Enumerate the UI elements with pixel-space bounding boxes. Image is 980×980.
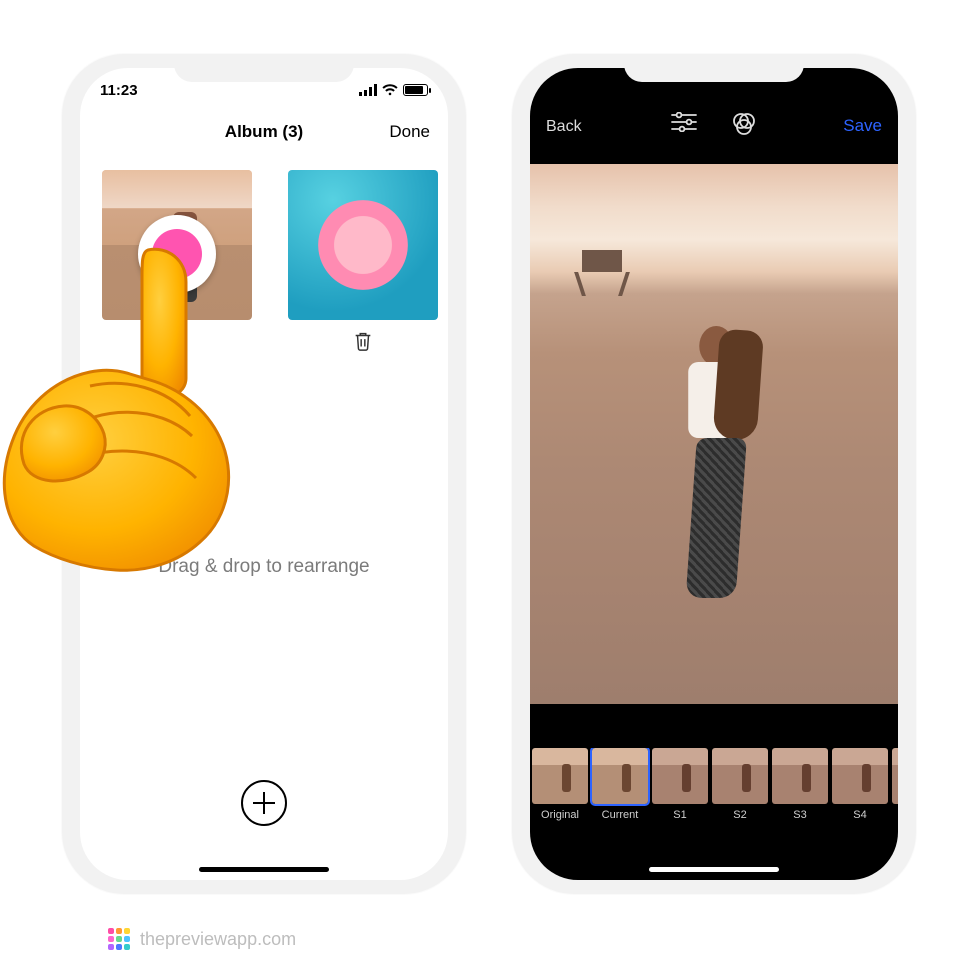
previewapp-logo-icon: [108, 928, 130, 950]
home-indicator[interactable]: [199, 867, 329, 872]
album-item-2[interactable]: [288, 170, 438, 352]
notch: [174, 54, 354, 82]
album-screen: 11:23 Album (3) Done: [80, 68, 448, 880]
photo-thumbnail[interactable]: [102, 170, 252, 320]
filter-label: S2: [733, 809, 746, 821]
filter-original[interactable]: Original: [530, 748, 590, 844]
done-button[interactable]: Done: [389, 122, 430, 142]
status-indicators: [359, 84, 428, 96]
filter-s3[interactable]: S3: [770, 748, 830, 844]
filter-thumb: [712, 748, 768, 804]
album-grid: [80, 152, 448, 352]
album-item-1[interactable]: [102, 170, 252, 352]
phone-album: 11:23 Album (3) Done: [62, 54, 466, 894]
filter-s[interactable]: S: [890, 748, 898, 844]
back-button[interactable]: Back: [546, 118, 582, 136]
cellular-icon: [359, 84, 377, 96]
photo-thumbnail[interactable]: [288, 170, 438, 320]
filter-thumb: [652, 748, 708, 804]
filter-thumb: [832, 748, 888, 804]
filter-thumb: [532, 748, 588, 804]
filter-current[interactable]: Current: [590, 748, 650, 844]
filter-s1[interactable]: S1: [650, 748, 710, 844]
filter-label: S3: [793, 809, 806, 821]
nav-title: Album (3): [225, 122, 303, 142]
wifi-icon: [382, 84, 398, 96]
watermark: thepreviewapp.com: [108, 928, 296, 950]
add-button[interactable]: [241, 780, 287, 826]
person-figure: [688, 326, 744, 598]
filter-thumb: [892, 748, 898, 804]
filter-thumb: [592, 748, 648, 804]
status-time: 11:23: [100, 82, 138, 99]
filter-label: S1: [673, 809, 686, 821]
filter-label: S4: [853, 809, 866, 821]
thumb-figure: [354, 210, 372, 256]
rearrange-hint: Drag & drop to rearrange: [80, 556, 448, 578]
filter-icon[interactable]: [731, 112, 757, 136]
editor-screen: Back Save OriginalCur: [530, 68, 898, 880]
editor-tool-icons: [671, 112, 757, 136]
home-indicator[interactable]: [649, 867, 779, 872]
battery-icon: [403, 84, 428, 96]
filter-strip[interactable]: Original Current S1 S2 S3 S4 S: [530, 748, 898, 844]
watermark-text: thepreviewapp.com: [140, 929, 296, 950]
notch: [624, 54, 804, 82]
filter-thumb: [772, 748, 828, 804]
lifeguard-tower-icon: [574, 250, 630, 296]
phone-editor: Back Save OriginalCur: [512, 54, 916, 894]
filter-s2[interactable]: S2: [710, 748, 770, 844]
filter-s4[interactable]: S4: [830, 748, 890, 844]
filter-label: Original: [541, 809, 579, 821]
editor-preview[interactable]: [530, 164, 898, 704]
save-button[interactable]: Save: [843, 116, 882, 136]
touch-indicator-icon: [138, 215, 216, 293]
trash-icon[interactable]: [166, 330, 188, 352]
trash-icon[interactable]: [352, 330, 374, 352]
adjust-icon[interactable]: [671, 112, 697, 136]
filter-label: Current: [602, 809, 639, 821]
nav-bar: Album (3) Done: [80, 112, 448, 152]
